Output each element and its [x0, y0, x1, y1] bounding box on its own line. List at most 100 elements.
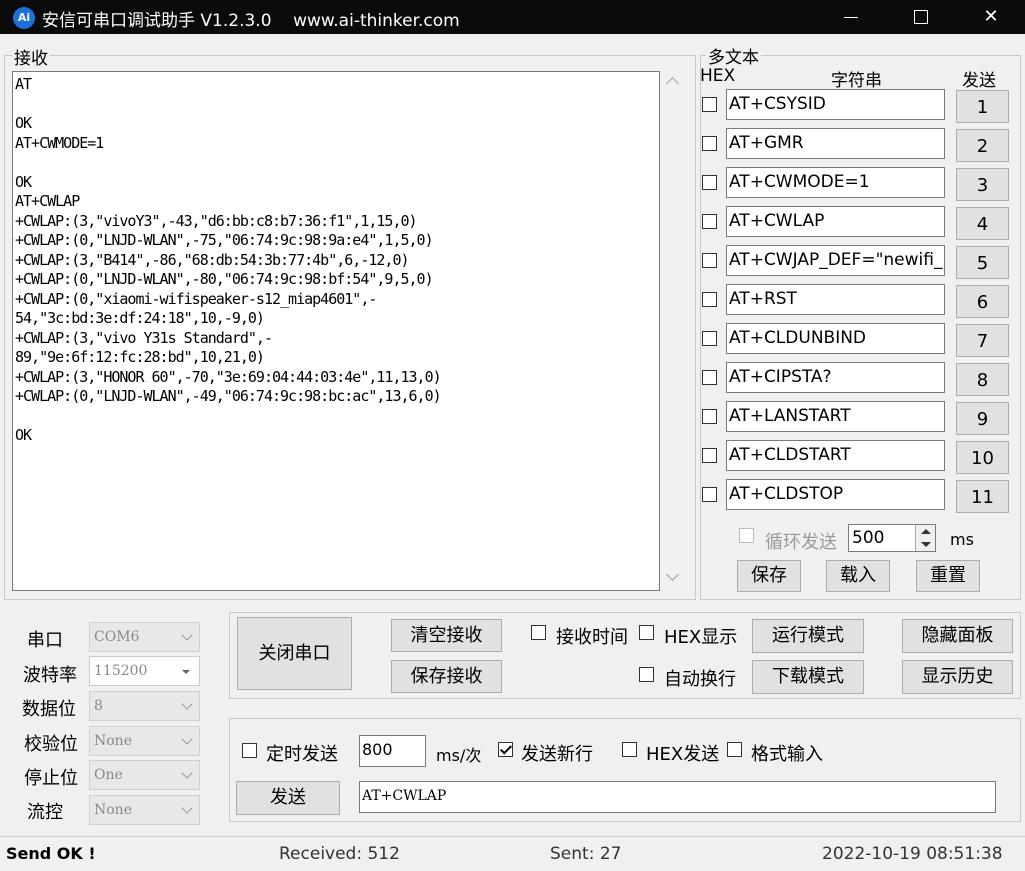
auto-wrap-checkbox[interactable]	[639, 667, 654, 682]
dropdown-arrow-icon	[182, 670, 190, 674]
timed-send-label: 定时发送	[266, 744, 338, 765]
multi-send-button[interactable]: 10	[956, 441, 1009, 474]
sent-count: Sent: 27	[550, 844, 622, 864]
multi-hex-checkbox[interactable]	[702, 409, 717, 424]
minimize-button[interactable]	[816, 0, 886, 34]
databits-select[interactable]: 8	[89, 691, 200, 721]
multi-send-button[interactable]: 6	[956, 285, 1009, 318]
multi-hex-checkbox[interactable]	[702, 487, 717, 502]
multi-hex-checkbox[interactable]	[702, 448, 717, 463]
chevron-down-icon	[181, 698, 193, 710]
multi-hex-checkbox[interactable]	[702, 97, 717, 112]
port-value: COM6	[94, 629, 140, 645]
maximize-icon	[914, 10, 928, 24]
parity-label: 校验位	[24, 734, 78, 755]
send-input[interactable]: AT+CWLAP	[359, 781, 996, 813]
multi-send-button[interactable]: 1	[956, 90, 1009, 123]
multi-text-input[interactable]: AT+GMR	[726, 128, 945, 159]
spin-down-icon[interactable]	[921, 542, 931, 547]
scroll-down-icon[interactable]	[666, 568, 679, 581]
multi-text-input[interactable]: AT+RST	[726, 284, 945, 315]
send-button[interactable]: 发送	[236, 781, 340, 815]
status-datetime: 2022-10-19 08:51:38	[822, 844, 1003, 864]
multi-send-button[interactable]: 7	[956, 324, 1009, 357]
baud-select[interactable]: 115200	[89, 656, 200, 686]
format-input-checkbox[interactable]	[727, 742, 742, 757]
timed-interval-input[interactable]: 800	[359, 735, 426, 767]
multi-send-button[interactable]: 5	[956, 246, 1009, 279]
hex-display-checkbox[interactable]	[639, 625, 654, 640]
send-newline-checkbox[interactable]	[498, 742, 513, 757]
close-port-button[interactable]: 关闭串口	[237, 617, 352, 690]
auto-wrap-label: 自动换行	[664, 669, 736, 690]
save-multi-button[interactable]: 保存	[737, 560, 801, 592]
maximize-button[interactable]	[886, 0, 956, 34]
chevron-down-icon	[181, 802, 193, 814]
multi-hex-checkbox[interactable]	[702, 292, 717, 307]
scroll-up-icon[interactable]	[666, 77, 679, 90]
multi-text-input[interactable]: AT+CLDSTOP	[726, 479, 945, 510]
multi-text-input[interactable]: AT+CLDSTART	[726, 440, 945, 471]
download-mode-button[interactable]: 下载模式	[752, 660, 864, 694]
multi-send-button[interactable]: 2	[956, 129, 1009, 162]
multi-hex-checkbox[interactable]	[702, 175, 717, 190]
show-history-button[interactable]: 显示历史	[902, 660, 1013, 694]
multi-text-input[interactable]: AT+CIPSTA?	[726, 362, 945, 393]
run-mode-button[interactable]: 运行模式	[752, 619, 864, 653]
hex-send-label: HEX发送	[646, 744, 720, 765]
receive-time-checkbox[interactable]	[531, 625, 546, 640]
timed-interval-unit: ms/次	[436, 746, 482, 765]
port-label: 串口	[27, 630, 63, 651]
multi-text-input[interactable]: AT+CSYSID	[726, 89, 945, 120]
chevron-down-icon	[181, 733, 193, 745]
flow-select[interactable]: None	[89, 795, 200, 825]
loop-interval-unit: ms	[950, 530, 974, 549]
hide-panel-button[interactable]: 隐藏面板	[902, 619, 1013, 653]
multi-send-button[interactable]: 11	[956, 480, 1009, 513]
app-logo-icon: Ai	[13, 7, 35, 29]
multi-hex-checkbox[interactable]	[702, 370, 717, 385]
multi-text-group-title: 多文本	[706, 43, 761, 68]
spin-up-icon[interactable]	[921, 529, 931, 534]
multi-send-button[interactable]: 8	[956, 363, 1009, 396]
multi-send-button[interactable]: 9	[956, 402, 1009, 435]
clear-receive-button[interactable]: 清空接收	[391, 619, 502, 652]
databits-value: 8	[94, 698, 103, 714]
multi-hex-checkbox[interactable]	[702, 253, 717, 268]
loop-send-label: 循环发送	[765, 532, 837, 553]
multi-text-input[interactable]: AT+CWJAP_DEF="newifi_	[726, 245, 945, 276]
spinner-buttons[interactable]	[915, 525, 935, 551]
send-column-header: 发送	[962, 71, 996, 91]
reset-multi-button[interactable]: 重置	[916, 560, 980, 592]
chevron-down-icon	[181, 767, 193, 779]
baud-value: 115200	[94, 663, 148, 679]
multi-text-input[interactable]: AT+CWLAP	[726, 206, 945, 237]
minimize-icon	[844, 17, 858, 18]
multi-text-input[interactable]: AT+CLDUNBIND	[726, 323, 945, 354]
multi-hex-checkbox[interactable]	[702, 136, 717, 151]
stopbits-select[interactable]: One	[89, 760, 200, 790]
save-receive-button[interactable]: 保存接收	[391, 660, 502, 693]
stopbits-label: 停止位	[24, 768, 78, 789]
loop-interval-spinner[interactable]: 500	[848, 524, 936, 552]
close-button[interactable]: ✕	[956, 0, 1025, 34]
hex-send-checkbox[interactable]	[622, 742, 637, 757]
port-select[interactable]: COM6	[89, 622, 200, 652]
multi-hex-checkbox[interactable]	[702, 214, 717, 229]
parity-value: None	[94, 733, 132, 749]
multi-text-input[interactable]: AT+CWMODE=1	[726, 167, 945, 198]
multi-send-button[interactable]: 3	[956, 168, 1009, 201]
baud-label: 波特率	[23, 665, 77, 686]
receive-scrollbar[interactable]	[660, 71, 686, 591]
multi-hex-checkbox[interactable]	[702, 331, 717, 346]
receive-textarea[interactable]: AT OK AT+CWMODE=1 OK AT+CWLAP +CWLAP:(3,…	[12, 71, 660, 591]
loop-send-checkbox[interactable]	[739, 528, 754, 543]
loop-interval-value: 500	[852, 528, 885, 548]
timed-send-checkbox[interactable]	[242, 743, 257, 758]
multi-send-button[interactable]: 4	[956, 207, 1009, 240]
load-multi-button[interactable]: 载入	[826, 560, 890, 592]
status-message: Send OK !	[6, 844, 96, 863]
multi-text-input[interactable]: AT+LANSTART	[726, 401, 945, 432]
send-newline-label: 发送新行	[521, 744, 593, 765]
parity-select[interactable]: None	[89, 726, 200, 756]
